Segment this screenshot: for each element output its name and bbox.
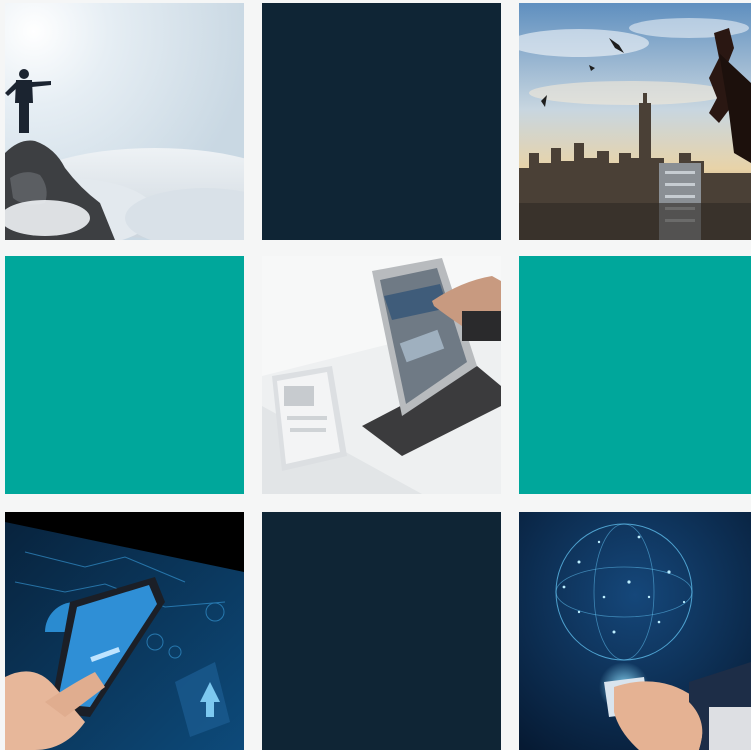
tile-smartphone-photo [5, 512, 244, 750]
tile-solid-teal [5, 256, 244, 494]
tile-city-photo [519, 3, 751, 240]
mountain-clouds-image [5, 3, 244, 240]
smartphone-hologram-image [5, 512, 244, 750]
tile-tablet-photo [262, 256, 501, 494]
tile-globe-photo [519, 512, 751, 750]
tile-solid-teal [519, 256, 751, 494]
image-tile-grid [0, 0, 751, 750]
digital-globe-image [519, 512, 751, 750]
tile-solid-navy [262, 512, 501, 750]
tile-solid-navy [262, 3, 501, 240]
tablet-desk-image [262, 256, 501, 494]
city-skyline-image [519, 3, 751, 240]
tile-mountain-photo [5, 3, 244, 240]
